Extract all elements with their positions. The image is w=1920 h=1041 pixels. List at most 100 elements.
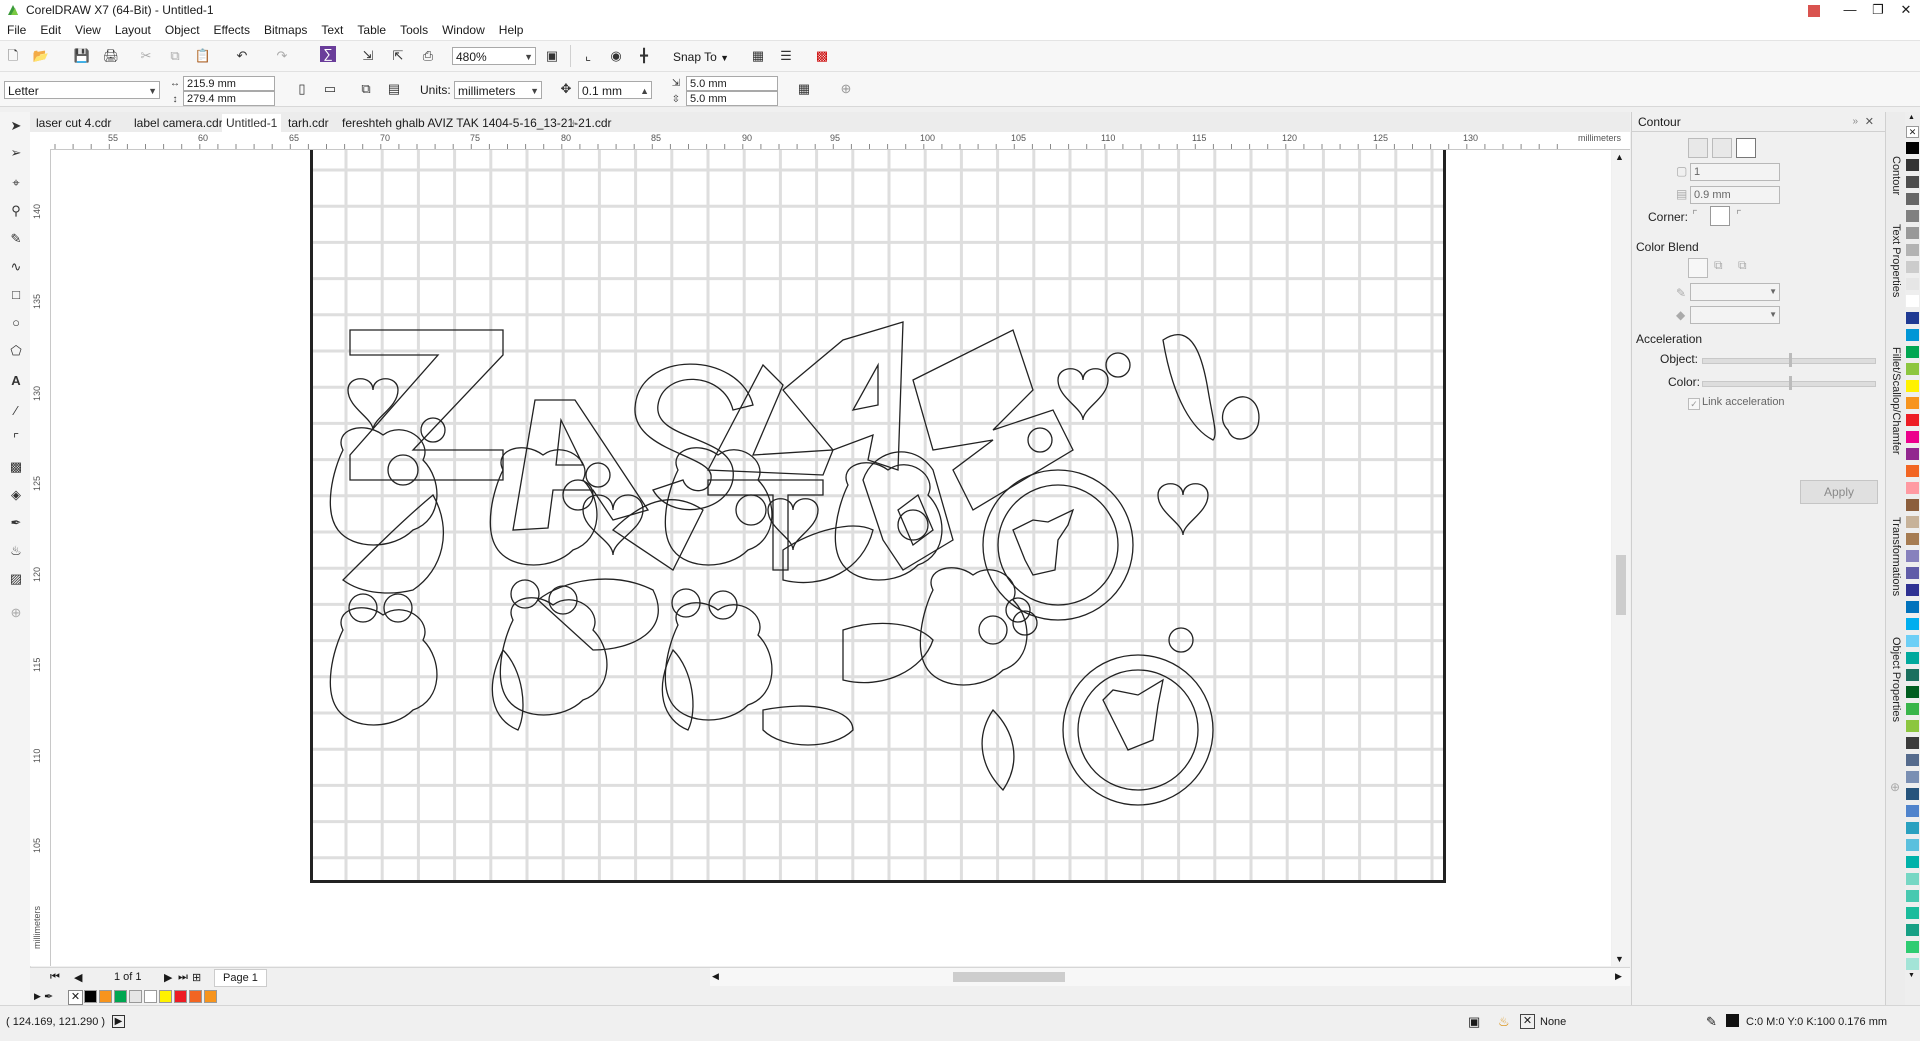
duplicate-distance-x-field[interactable]: 5.0 mm [686, 76, 778, 91]
scroll-right-icon[interactable]: ▶ [1615, 971, 1622, 982]
palette-swatch[interactable] [1906, 924, 1919, 936]
quick-customize-icon[interactable]: ⊕ [836, 79, 856, 99]
crop-tool-icon[interactable]: ⌖ [5, 172, 27, 194]
smart-fill-tool-icon[interactable]: ▨ [5, 568, 27, 590]
document-palette-swatch[interactable] [174, 990, 187, 1003]
palette-swatch[interactable] [1906, 754, 1919, 766]
palette-swatch[interactable] [1906, 686, 1919, 698]
document-palette-swatch[interactable] [204, 990, 217, 1003]
menu-effects[interactable]: Effects [207, 20, 257, 40]
palette-swatch[interactable] [1906, 839, 1919, 851]
scroll-left-icon[interactable]: ◀ [712, 971, 719, 982]
palette-menu-icon[interactable]: ▶ [34, 991, 41, 1002]
palette-swatch[interactable] [1906, 720, 1919, 732]
collapse-docker-icon[interactable]: » [1852, 112, 1858, 132]
palette-swatch[interactable] [1906, 856, 1919, 868]
menu-layout[interactable]: Layout [108, 20, 158, 40]
units-combo[interactable]: millimeters ▼ [454, 81, 542, 99]
document-palette-swatch[interactable] [129, 990, 142, 1003]
full-screen-icon[interactable]: ▣ [542, 46, 562, 66]
options-icon[interactable]: ▦ [748, 46, 768, 66]
contour-steps-field[interactable]: 1 [1690, 163, 1780, 181]
palette-swatch[interactable] [1906, 431, 1919, 443]
show-guidelines-icon[interactable]: ╋ [634, 46, 654, 66]
palette-swatch[interactable] [1906, 771, 1919, 783]
doc-tab[interactable]: laser cut 4.cdr [32, 114, 115, 132]
document-palette-swatch[interactable] [99, 990, 112, 1003]
status-expand-icon[interactable]: ▶ [112, 1015, 125, 1028]
corner-miter-icon[interactable]: ⌜ [1692, 208, 1698, 222]
document-palette-swatch[interactable] [114, 990, 127, 1003]
tab-text-properties[interactable]: Text Properties [1890, 224, 1902, 297]
palette-swatch[interactable] [1906, 244, 1919, 256]
snap-to-dropdown[interactable]: Snap To ▼ [673, 50, 729, 64]
polygon-tool-icon[interactable]: ⬠ [5, 340, 27, 362]
horizontal-scrollbar[interactable]: ◀ ▶ [710, 968, 1630, 986]
no-color-swatch[interactable]: ✕ [68, 990, 83, 1005]
palette-swatch[interactable] [1906, 805, 1919, 817]
import-icon[interactable]: ⇲ [358, 46, 378, 66]
search-content-icon[interactable]: ∑ [320, 46, 336, 62]
ruler-origin[interactable] [30, 132, 51, 150]
tab-object-properties[interactable]: Object Properties [1890, 637, 1902, 722]
palette-swatch[interactable] [1906, 788, 1919, 800]
counterclockwise-blend-icon[interactable]: ⧉ [1738, 258, 1747, 273]
shape-tool-icon[interactable]: ➢ [5, 142, 27, 164]
palette-swatch[interactable] [1906, 516, 1919, 528]
palette-swatch[interactable] [1906, 278, 1919, 290]
palette-swatch[interactable] [1906, 465, 1919, 477]
palette-swatch[interactable] [1906, 176, 1919, 188]
scroll-down-icon[interactable]: ▼ [1615, 954, 1624, 964]
tab-transformations[interactable]: Transformations [1890, 517, 1902, 596]
linear-blend-icon[interactable] [1688, 258, 1708, 278]
corner-round-icon[interactable] [1710, 206, 1730, 226]
palette-swatch[interactable] [1906, 907, 1919, 919]
color-acceleration-slider[interactable] [1702, 376, 1876, 390]
palette-swatch[interactable] [1906, 227, 1919, 239]
drop-shadow-tool-icon[interactable]: ▩ [5, 456, 27, 478]
palette-swatch[interactable] [1906, 193, 1919, 205]
menu-object[interactable]: Object [158, 20, 207, 40]
palette-swatch[interactable] [1906, 652, 1919, 664]
new-document-icon[interactable]: 🗋 [3, 46, 23, 66]
palette-swatch[interactable] [1906, 414, 1919, 426]
document-palette-swatch[interactable] [144, 990, 157, 1003]
application-launcher-icon[interactable]: ☰ [776, 46, 796, 66]
pick-tool-icon[interactable]: ➤ [5, 115, 27, 137]
page-tab[interactable]: Page 1 [214, 969, 267, 987]
palette-swatch[interactable] [1906, 329, 1919, 341]
palette-swatch[interactable] [1906, 312, 1919, 324]
contour-outside-icon[interactable] [1736, 138, 1756, 158]
outline-color-swatch[interactable] [1726, 1014, 1739, 1027]
add-docker-icon[interactable]: ⊕ [1890, 780, 1900, 794]
nudge-distance-field[interactable]: 0.1 mm ▲ [578, 81, 652, 99]
doc-tab[interactable]: tarh.cdr [284, 114, 333, 132]
contour-offset-field[interactable]: 0.9 mm [1690, 186, 1780, 204]
undo-icon[interactable]: ↶ [232, 46, 252, 66]
palette-swatch[interactable] [1906, 397, 1919, 409]
document-palette-swatch[interactable] [189, 990, 202, 1003]
palette-swatch[interactable] [1906, 159, 1919, 171]
text-tool-icon[interactable]: A [5, 370, 27, 392]
cut-icon[interactable]: ✂ [136, 46, 156, 66]
connector-tool-icon[interactable]: ⌜ [5, 428, 27, 450]
page-width-field[interactable]: 215.9 mm [183, 76, 275, 91]
tab-fillet-scallop-chamfer[interactable]: Fillet/Scallop/Chamfer [1890, 347, 1902, 455]
palette-swatch[interactable] [1906, 822, 1919, 834]
document-palette-swatch[interactable] [159, 990, 172, 1003]
palette-swatch[interactable] [1906, 890, 1919, 902]
menu-bitmaps[interactable]: Bitmaps [257, 20, 314, 40]
scrollbar-thumb[interactable] [1616, 555, 1626, 615]
menu-window[interactable]: Window [435, 20, 492, 40]
fill-color-picker[interactable]: ▼ [1690, 306, 1780, 324]
transparency-tool-icon[interactable]: ◈ [5, 484, 27, 506]
laser-cut-artwork[interactable] [313, 150, 1443, 880]
drawing-page[interactable] [310, 150, 1446, 883]
palette-swatch[interactable] [1906, 295, 1919, 307]
document-palette-swatch[interactable] [84, 990, 97, 1003]
freehand-tool-icon[interactable]: ✎ [5, 228, 27, 250]
palette-scroll-down-icon[interactable]: ▼ [1908, 972, 1915, 979]
menu-table[interactable]: Table [350, 20, 393, 40]
palette-swatch[interactable] [1906, 363, 1919, 375]
corner-bevel-icon[interactable]: ⌜ [1736, 208, 1742, 222]
